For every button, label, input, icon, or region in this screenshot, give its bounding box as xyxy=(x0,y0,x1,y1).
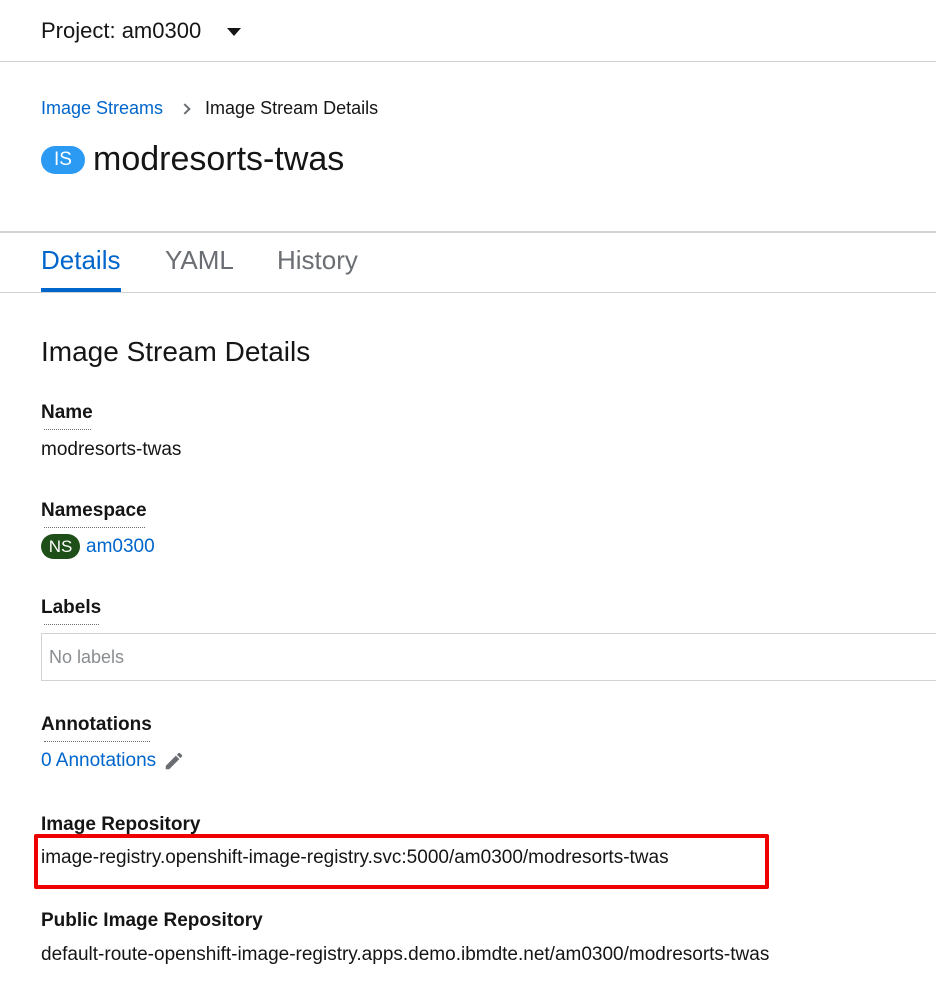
namespace-link[interactable]: am0300 xyxy=(86,536,155,558)
section-heading: Image Stream Details xyxy=(41,336,311,367)
annotations-row: 0 Annotations xyxy=(41,750,185,772)
tab-history[interactable]: History xyxy=(277,245,358,276)
labels-label: Labels xyxy=(41,597,102,625)
annotations-link[interactable]: 0 Annotations xyxy=(41,750,156,772)
labels-box: No labels xyxy=(41,633,936,681)
namespace-badge: NS xyxy=(41,534,80,559)
project-bar: Project: am0300 xyxy=(0,0,936,62)
name-label: Name xyxy=(41,402,93,430)
image-stream-badge: IS xyxy=(41,145,85,174)
active-tab-indicator xyxy=(41,288,121,292)
breadcrumb: Image Streams Image Stream Details xyxy=(41,98,378,119)
annotations-label: Annotations xyxy=(41,714,152,742)
page-title: modresorts-twas xyxy=(93,140,345,178)
public-image-repository-value: default-route-openshift-image-registry.a… xyxy=(41,944,770,965)
public-image-repository-label: Public Image Repository xyxy=(41,910,263,931)
pencil-icon[interactable] xyxy=(163,750,185,772)
project-dropdown[interactable]: Project: am0300 xyxy=(41,17,242,44)
image-repository-label: Image Repository xyxy=(41,814,201,835)
tab-yaml[interactable]: YAML xyxy=(165,245,234,276)
page-title-row: IS modresorts-twas xyxy=(41,140,344,179)
name-value: modresorts-twas xyxy=(41,439,182,460)
breadcrumb-current: Image Stream Details xyxy=(205,98,379,118)
tab-bar: Details YAML History xyxy=(0,233,936,293)
tab-details[interactable]: Details xyxy=(41,245,120,276)
highlight-box xyxy=(34,834,769,889)
project-label: Project: am0300 xyxy=(41,17,202,43)
no-labels-text: No labels xyxy=(49,646,125,667)
breadcrumb-image-streams-link[interactable]: Image Streams xyxy=(41,98,163,119)
caret-down-icon xyxy=(227,27,242,36)
chevron-right-icon xyxy=(179,102,191,115)
namespace-value: NS am0300 xyxy=(41,534,155,559)
namespace-label: Namespace xyxy=(41,500,147,528)
